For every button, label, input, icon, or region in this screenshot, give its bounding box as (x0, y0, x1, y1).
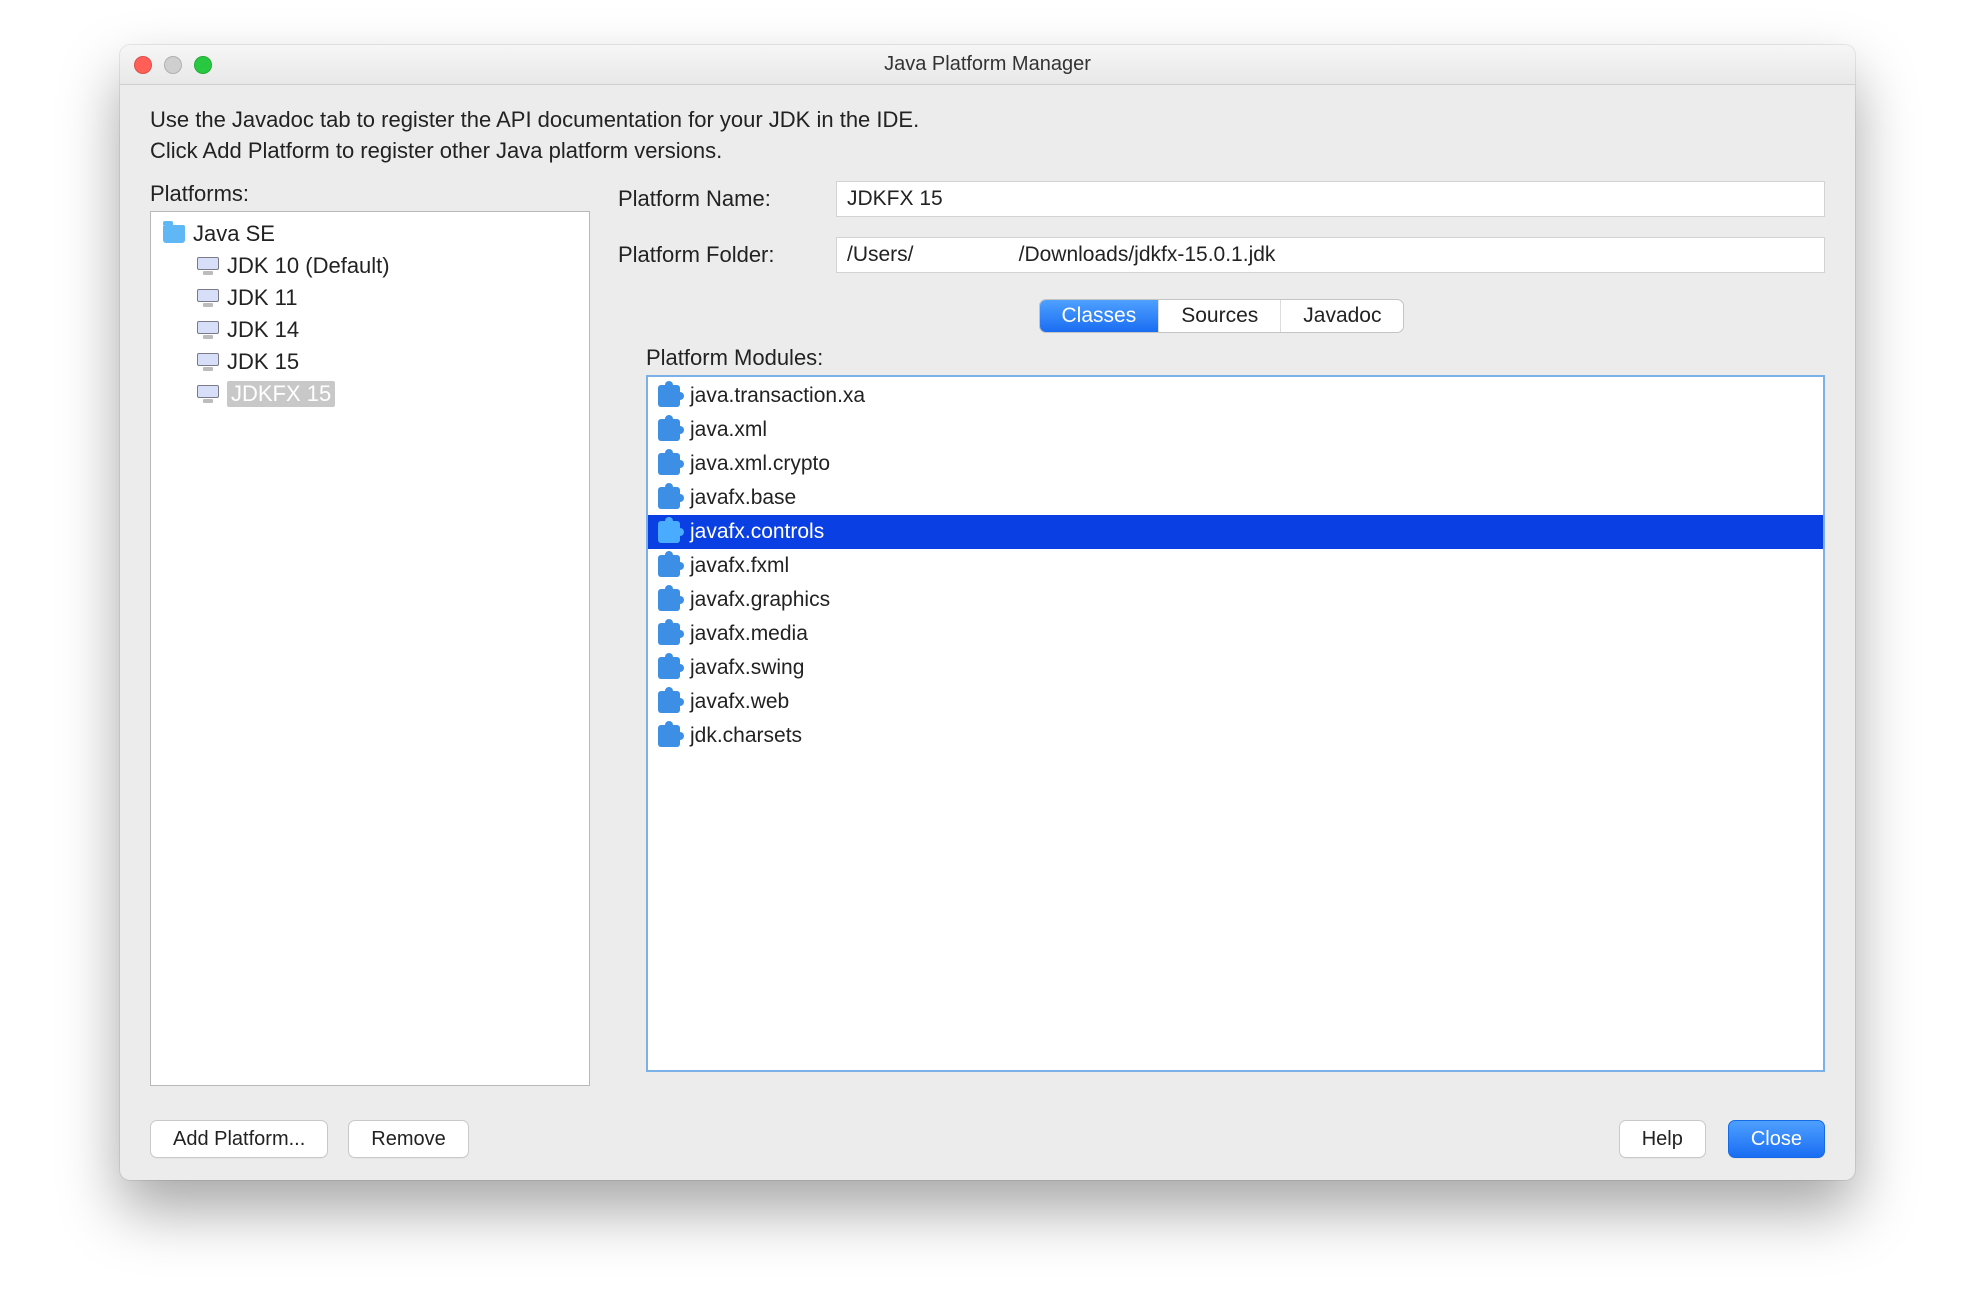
puzzle-icon (658, 487, 680, 509)
platform-item[interactable]: JDK 15 (155, 346, 585, 378)
close-window-button[interactable] (134, 56, 152, 74)
folder-icon (163, 225, 185, 243)
module-item[interactable]: javafx.fxml (648, 549, 1823, 583)
puzzle-icon (658, 691, 680, 713)
tree-group-label: Java SE (193, 221, 275, 247)
platform-name-input[interactable]: JDKFX 15 (836, 181, 1825, 217)
module-item[interactable]: java.xml.crypto (648, 447, 1823, 481)
modules-panel: Platform Modules: java.transaction.xajav… (618, 345, 1825, 1072)
module-item[interactable]: jdk.charsets (648, 719, 1823, 753)
puzzle-icon (658, 453, 680, 475)
module-item[interactable]: javafx.graphics (648, 583, 1823, 617)
help-button[interactable]: Help (1619, 1120, 1706, 1158)
monitor-icon (197, 289, 219, 307)
titlebar: Java Platform Manager (120, 45, 1855, 85)
platform-item[interactable]: JDK 11 (155, 282, 585, 314)
monitor-icon (197, 321, 219, 339)
module-item-label: javafx.controls (690, 520, 824, 544)
tab-classes[interactable]: Classes (1040, 300, 1160, 332)
monitor-icon (197, 385, 219, 403)
minimize-window-button[interactable] (164, 56, 182, 74)
dialog-window: Java Platform Manager Use the Javadoc ta… (120, 45, 1855, 1180)
modules-list[interactable]: java.transaction.xa java.xml java.xml.cryp… (646, 375, 1825, 1072)
module-item[interactable]: javafx.media (648, 617, 1823, 651)
remove-platform-button[interactable]: Remove (348, 1120, 468, 1158)
close-button[interactable]: Close (1728, 1120, 1825, 1158)
tab-javadoc[interactable]: Javadoc (1281, 300, 1403, 332)
window-title: Java Platform Manager (120, 53, 1855, 76)
platforms-tree[interactable]: Java SE JDK 10 (Default) JDK 11 JDK 14 JDK 1… (150, 211, 590, 1086)
tabs-wrap: ClassesSourcesJavadoc (618, 299, 1825, 333)
add-platform-button[interactable]: Add Platform... (150, 1120, 328, 1158)
module-item[interactable]: javafx.web (648, 685, 1823, 719)
platform-item[interactable]: JDKFX 15 (155, 378, 585, 410)
details-column: Platform Name: JDKFX 15 Platform Folder:… (618, 181, 1825, 1158)
platform-item[interactable]: JDK 14 (155, 314, 585, 346)
module-item-label: java.transaction.xa (690, 384, 865, 408)
platform-item-label: JDK 10 (Default) (227, 253, 390, 279)
module-item-label: java.xml.crypto (690, 452, 830, 476)
platform-buttons: Add Platform... Remove (150, 1120, 590, 1158)
puzzle-icon (658, 555, 680, 577)
module-item[interactable]: javafx.swing (648, 651, 1823, 685)
puzzle-icon (658, 385, 680, 407)
module-item-label: javafx.graphics (690, 588, 830, 612)
platform-item-label: JDKFX 15 (227, 381, 335, 407)
module-item[interactable]: java.transaction.xa (648, 379, 1823, 413)
tab-sources[interactable]: Sources (1159, 300, 1281, 332)
puzzle-icon (658, 657, 680, 679)
platform-item-label: JDK 15 (227, 349, 299, 375)
module-item-label: java.xml (690, 418, 767, 442)
tab-group: ClassesSourcesJavadoc (1039, 299, 1405, 333)
puzzle-icon (658, 623, 680, 645)
module-item[interactable]: javafx.controls (648, 515, 1823, 549)
platform-item[interactable]: JDK 10 (Default) (155, 250, 585, 282)
platform-name-row: Platform Name: JDKFX 15 (618, 181, 1825, 217)
modules-label: Platform Modules: (646, 345, 1825, 371)
platforms-column: Platforms: Java SE JDK 10 (Default) JDK 11… (150, 181, 590, 1158)
module-item-label: javafx.media (690, 622, 808, 646)
monitor-icon (197, 353, 219, 371)
instructions-line1: Use the Javadoc tab to register the API … (150, 105, 1825, 136)
content-area: Use the Javadoc tab to register the API … (120, 85, 1855, 1180)
module-item-label: javafx.swing (690, 656, 804, 680)
platform-name-label: Platform Name: (618, 186, 818, 212)
puzzle-icon (658, 419, 680, 441)
footer-buttons: Help Close (618, 1072, 1825, 1158)
module-item-label: javafx.web (690, 690, 789, 714)
maximize-window-button[interactable] (194, 56, 212, 74)
tree-group-java-se[interactable]: Java SE (155, 218, 585, 250)
platform-folder-label: Platform Folder: (618, 242, 818, 268)
platform-item-label: JDK 14 (227, 317, 299, 343)
instructions-line2: Click Add Platform to register other Jav… (150, 136, 1825, 167)
puzzle-icon (658, 589, 680, 611)
module-item-label: jdk.charsets (690, 724, 802, 748)
platform-item-label: JDK 11 (227, 285, 298, 311)
module-item[interactable]: java.xml (648, 413, 1823, 447)
window-controls (134, 56, 212, 74)
puzzle-icon (658, 521, 680, 543)
platform-folder-row: Platform Folder: /Users/ /Downloads/jdkf… (618, 237, 1825, 273)
main-area: Platforms: Java SE JDK 10 (Default) JDK 11… (150, 181, 1825, 1158)
platform-folder-value: /Users/ /Downloads/jdkfx-15.0.1.jdk (847, 243, 1275, 267)
module-item-label: javafx.base (690, 486, 796, 510)
module-item[interactable]: javafx.base (648, 481, 1823, 515)
platforms-label: Platforms: (150, 181, 590, 207)
platform-folder-input[interactable]: /Users/ /Downloads/jdkfx-15.0.1.jdk (836, 237, 1825, 273)
puzzle-icon (658, 725, 680, 747)
platform-name-value: JDKFX 15 (847, 187, 943, 211)
module-item-label: javafx.fxml (690, 554, 789, 578)
instructions: Use the Javadoc tab to register the API … (150, 105, 1825, 167)
monitor-icon (197, 257, 219, 275)
